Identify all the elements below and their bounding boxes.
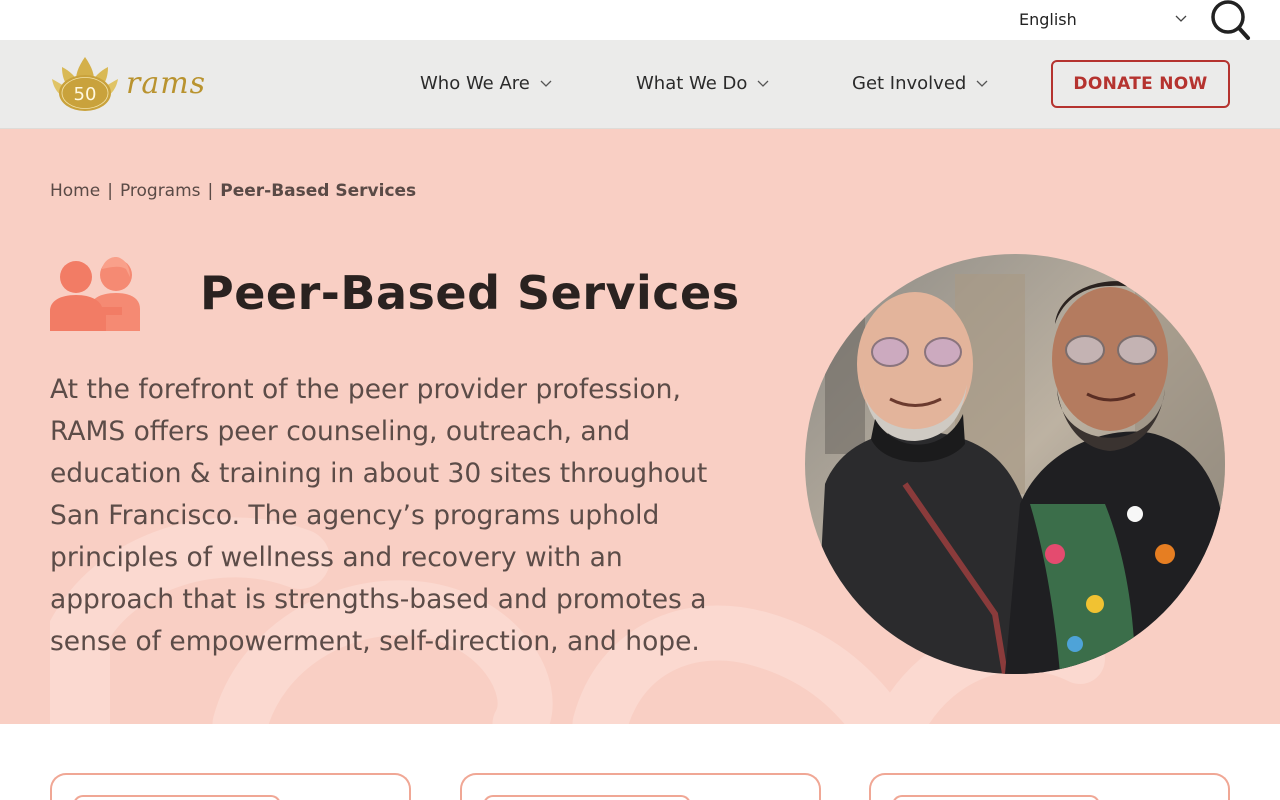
nav-item-label: Get Involved xyxy=(852,73,967,94)
language-select[interactable]: English xyxy=(1019,10,1191,32)
breadcrumb-current: Peer-Based Services xyxy=(220,181,417,201)
breadcrumb-home[interactable]: Home xyxy=(50,181,100,201)
chevron-down-icon xyxy=(976,80,988,87)
logo-badge-number: 50 xyxy=(74,84,97,105)
hero-section: Home | Programs | Peer-Based Services Peer-B… xyxy=(0,129,1280,724)
nav-item-label: What We Do xyxy=(636,73,748,94)
logo-wordmark: rams xyxy=(126,66,207,101)
breadcrumb-separator: | xyxy=(107,181,113,201)
nav-who-we-are[interactable]: Who We Are xyxy=(420,72,552,96)
chevron-down-icon xyxy=(1175,15,1187,22)
program-card[interactable] xyxy=(869,773,1230,800)
hero-description: At the forefront of the peer provider pr… xyxy=(50,374,708,657)
breadcrumb-programs[interactable]: Programs xyxy=(120,181,201,201)
nav-item-label: Who We Are xyxy=(420,73,530,94)
card-tab xyxy=(73,795,281,800)
nav-get-involved[interactable]: Get Involved xyxy=(852,72,988,96)
nav-what-we-do[interactable]: What We Do xyxy=(636,72,769,96)
breadcrumb-separator: | xyxy=(207,181,214,201)
search-button[interactable] xyxy=(1208,0,1252,40)
hero-photo-illustration xyxy=(805,254,1225,674)
anniversary-lotus-icon: 50 xyxy=(52,57,118,111)
chevron-down-icon xyxy=(757,80,769,87)
hero-photo xyxy=(805,254,1225,674)
card-tab xyxy=(892,795,1100,800)
main-nav: 50 rams Who We Are What We Do Get Involv… xyxy=(0,40,1280,129)
page-title: Peer-Based Services xyxy=(200,266,740,320)
language-label: English xyxy=(1019,10,1077,29)
peer-people-icon xyxy=(50,257,140,331)
search-icon xyxy=(1211,0,1250,40)
program-card[interactable] xyxy=(460,773,821,800)
program-card[interactable] xyxy=(50,773,411,800)
program-cards xyxy=(0,724,1280,800)
breadcrumb: Home | Programs | Peer-Based Services xyxy=(50,179,416,203)
donate-button[interactable]: DONATE NOW xyxy=(1051,60,1230,108)
chevron-down-icon xyxy=(540,80,552,87)
rams-logo[interactable]: 50 rams xyxy=(50,55,205,113)
utility-bar: English xyxy=(0,0,1280,40)
card-tab xyxy=(483,795,691,800)
